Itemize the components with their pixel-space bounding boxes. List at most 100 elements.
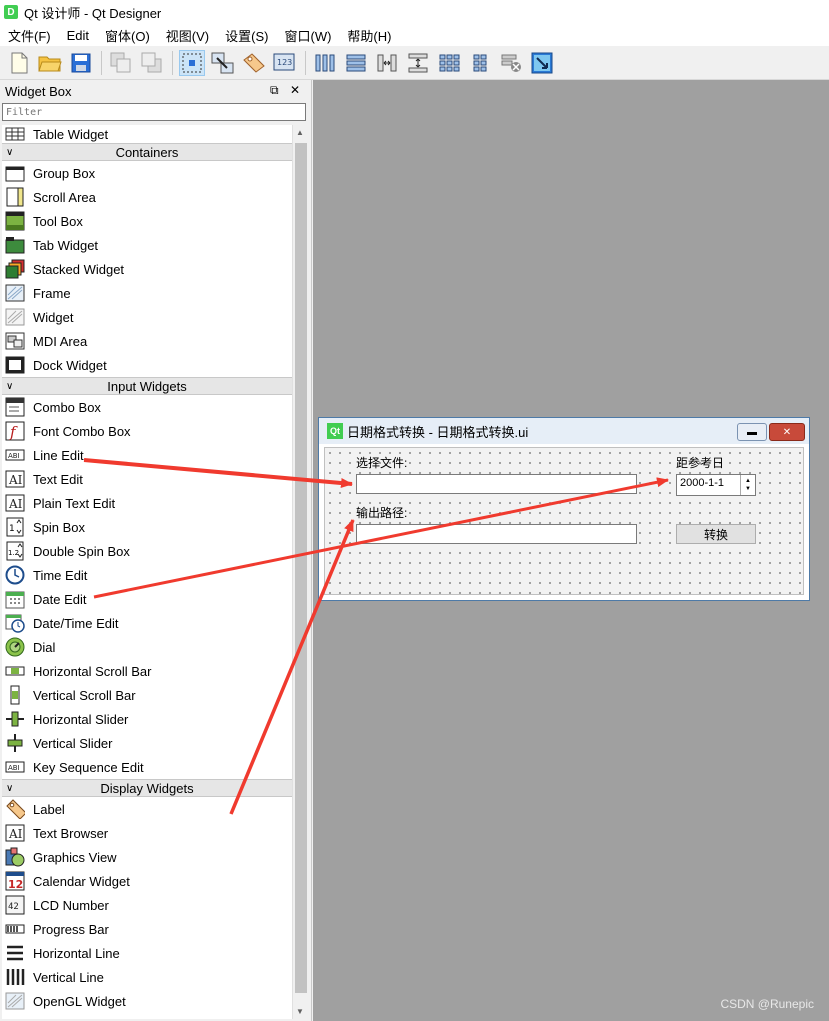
widget-item-time-edit[interactable]: Time Edit [2,563,292,587]
widget-list-scrollbar[interactable]: ▲ ▼ [292,125,309,1019]
minimize-icon[interactable]: ▬ [737,423,767,441]
opengl-widget-icon [5,991,25,1011]
date-spin-arrows-icon[interactable]: ▲ ▼ [740,475,755,495]
edit-tab-order-icon[interactable]: 123 [272,50,298,76]
menu-view[interactable]: 视图(V) [158,26,217,45]
edit-signals-slots-icon[interactable] [210,50,236,76]
output-path-line-edit[interactable] [356,524,637,544]
menu-edit[interactable]: Edit [59,28,97,43]
convert-button[interactable]: 转换 [676,524,756,544]
mdi-area-icon [5,331,25,351]
widget-item-spin-box[interactable]: 1 Spin Box [2,515,292,539]
form-window[interactable]: Qt 日期格式转换 - 日期格式转换.ui ▬ ✕ 选择文件: 距参考日 200… [318,417,810,601]
adjust-size-icon[interactable] [529,50,555,76]
widget-item-label-widget[interactable]: Label [2,797,292,821]
widget-item-combo-box[interactable]: Combo Box [2,395,292,419]
break-layout-icon[interactable] [498,50,524,76]
widget-item-opengl-widget[interactable]: OpenGL Widget [2,989,292,1013]
widget-item-tab-widget[interactable]: Tab Widget [2,233,292,257]
menu-form[interactable]: 窗体(O) [97,26,158,45]
edit-widgets-icon[interactable] [179,49,205,76]
widget-item-scroll-area[interactable]: Scroll Area [2,185,292,209]
widget-item-calendar-widget[interactable]: 12 Calendar Widget [2,869,292,893]
widget-item-text-edit[interactable]: AI Text Edit [2,467,292,491]
widget-item-plain-text-edit[interactable]: AI Plain Text Edit [2,491,292,515]
main-toolbar: 123 [0,46,829,80]
widget-item-mdi-area[interactable]: MDI Area [2,329,292,353]
widget-item-frame[interactable]: Frame [2,281,292,305]
widget-item-label: Frame [33,285,71,301]
scroll-down-icon[interactable]: ▼ [296,1007,304,1016]
widget-item-label: Table Widget [33,126,109,142]
widget-box-panel: Widget Box ⧉ ✕ Table Widget ∨ Containers… [0,80,312,1021]
vertical-scroll-bar-icon [5,685,25,705]
widget-item-tool-box[interactable]: Tool Box [2,209,292,233]
category-input-widgets[interactable]: ∨ Input Widgets [2,377,292,395]
svg-text:1.2: 1.2 [8,549,19,557]
date-value: 2000-1-1 [680,477,725,489]
widget-item-label: Tool Box [33,213,83,229]
widget-item-double-spin-box[interactable]: 1.2 Double Spin Box [2,539,292,563]
scrollbar-thumb[interactable] [295,143,307,993]
graphics-view-icon [5,847,25,867]
widget-item-table-widget[interactable]: Table Widget [2,125,292,143]
menu-file[interactable]: 文件(F) [0,26,59,45]
widget-item-vertical-line[interactable]: Vertical Line [2,965,292,989]
widget-item-line-edit[interactable]: ABI Line Edit [2,443,292,467]
form-canvas[interactable]: 选择文件: 距参考日 2000-1-1 ▲ ▼ 输出路径: 转换 [324,447,804,595]
widget-item-label: Text Edit [33,471,83,487]
category-display-widgets[interactable]: ∨ Display Widgets [2,779,292,797]
widget-item-label: Widget [33,309,74,325]
save-icon[interactable] [68,50,94,76]
widget-item-graphics-view[interactable]: Graphics View [2,845,292,869]
layout-splitter-vertical-icon[interactable] [405,50,431,76]
layout-splitter-horizontal-icon[interactable] [374,50,400,76]
category-containers[interactable]: ∨ Containers [2,143,292,161]
lcd-number-icon: 42 [5,895,25,915]
widget-item-vertical-scroll-bar[interactable]: Vertical Scroll Bar [2,683,292,707]
tool-box-icon [5,211,25,231]
menu-window[interactable]: 窗口(W) [276,26,339,45]
reference-date-edit[interactable]: 2000-1-1 ▲ ▼ [676,474,756,496]
widget-item-lcd-number[interactable]: 42 LCD Number [2,893,292,917]
form-editor-area: Qt 日期格式转换 - 日期格式转换.ui ▬ ✕ 选择文件: 距参考日 200… [313,80,829,1021]
widget-item-label: Label [33,801,65,817]
widget-item-dial[interactable]: Dial [2,635,292,659]
layout-horizontal-icon[interactable] [312,50,338,76]
widget-item-font-combo-box[interactable]: f Font Combo Box [2,419,292,443]
widget-item-horizontal-scroll-bar[interactable]: Horizontal Scroll Bar [2,659,292,683]
bring-to-front-icon[interactable] [139,50,165,76]
widget-item-progress-bar[interactable]: Progress Bar [2,917,292,941]
clock-icon [5,565,25,585]
widget-item-horizontal-slider[interactable]: Horizontal Slider [2,707,292,731]
widget-item-horizontal-line[interactable]: Horizontal Line [2,941,292,965]
widget-item-stacked-widget[interactable]: Stacked Widget [2,257,292,281]
select-file-label: 选择文件: [356,456,408,470]
widget-item-key-sequence-edit[interactable]: ABI Key Sequence Edit [2,755,292,779]
send-to-back-icon[interactable] [108,50,134,76]
svg-text:1: 1 [9,524,15,534]
widget-item-text-browser[interactable]: AI Text Browser [2,821,292,845]
float-panel-icon[interactable]: ⧉ [270,83,279,98]
widget-item-date-edit[interactable]: Date Edit [2,587,292,611]
layout-form-icon[interactable] [467,50,493,76]
close-icon[interactable]: ✕ [769,423,805,441]
scroll-up-icon[interactable]: ▲ [296,128,304,137]
widget-item-widget[interactable]: Widget [2,305,292,329]
widget-item-group-box[interactable]: Group Box [2,161,292,185]
open-folder-icon[interactable] [37,50,63,76]
widget-item-vertical-slider[interactable]: Vertical Slider [2,731,292,755]
menu-settings[interactable]: 设置(S) [217,26,276,45]
menu-help[interactable]: 帮助(H) [339,26,399,45]
file-path-line-edit[interactable] [356,474,637,494]
widget-filter-input[interactable] [2,103,306,121]
widget-item-dock-widget[interactable]: Dock Widget [2,353,292,377]
new-file-icon[interactable] [6,50,32,76]
widget-item-date-time-edit[interactable]: Date/Time Edit [2,611,292,635]
layout-grid-icon[interactable] [436,50,462,76]
tab-widget-icon [5,235,25,255]
layout-vertical-icon[interactable] [343,50,369,76]
edit-buddies-icon[interactable] [241,50,267,76]
close-panel-icon[interactable]: ✕ [290,83,300,97]
widget-item-label: Spin Box [33,519,86,535]
